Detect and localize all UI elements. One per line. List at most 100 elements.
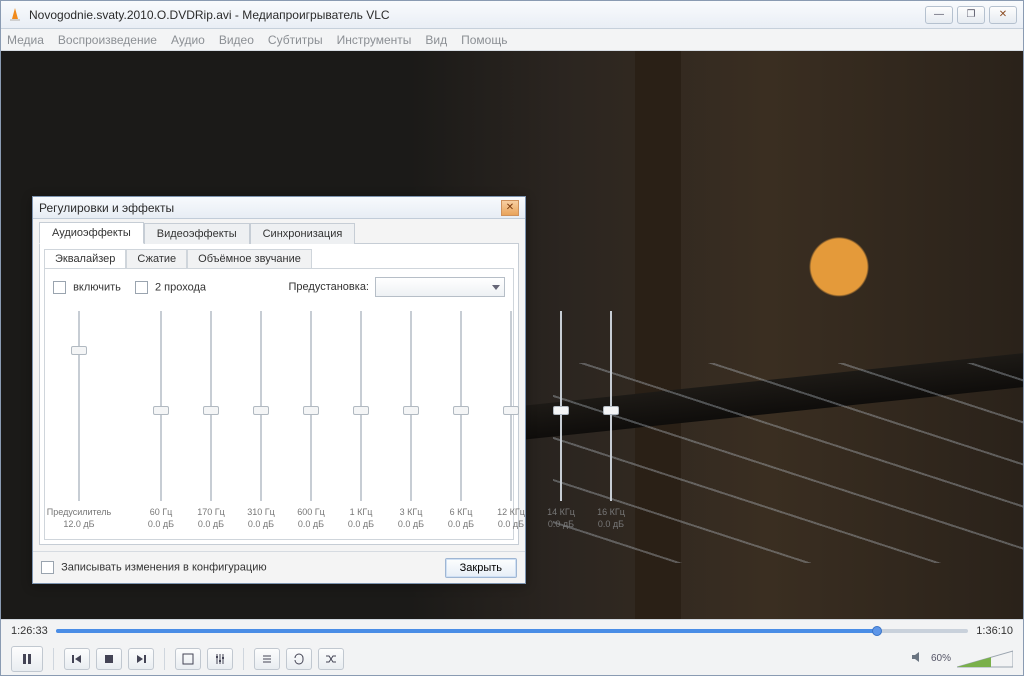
play-pause-button[interactable] (11, 646, 43, 672)
eq-slider[interactable] (352, 311, 370, 501)
twopass-checkbox[interactable]: 2 прохода (135, 281, 206, 294)
eq-band: 6 КГц0.0 дБ (445, 311, 477, 529)
band-freq: 170 Гц (197, 507, 225, 517)
speaker-icon[interactable] (911, 650, 925, 667)
eq-band: 3 КГц 0.0 дБ (395, 311, 427, 529)
eq-slider[interactable] (252, 311, 270, 501)
stop-button[interactable] (96, 648, 122, 670)
time-total[interactable]: 1:36:10 (976, 625, 1013, 637)
menu-tools[interactable]: Инструменты (337, 33, 412, 47)
previous-button[interactable] (64, 648, 90, 670)
titlebar[interactable]: Novogodnie.svaty.2010.O.DVDRip.avi - Мед… (1, 1, 1023, 29)
audio-subtabs: Эквалайзер Сжатие Объёмное звучание (40, 244, 518, 268)
fullscreen-button[interactable] (175, 648, 201, 670)
eq-band: 170 Гц0.0 дБ (195, 311, 227, 529)
vlc-cone-icon (7, 7, 23, 23)
prev-icon (71, 653, 83, 665)
twopass-label: 2 прохода (155, 281, 206, 293)
subtab-equalizer[interactable]: Эквалайзер (44, 249, 126, 268)
playlist-button[interactable] (254, 648, 280, 670)
eq-band: 310 Гц0.0 дБ (245, 311, 277, 529)
sliders-icon (214, 653, 226, 665)
menu-audio[interactable]: Аудио (171, 33, 205, 47)
band-freq: 60 Гц (150, 507, 173, 517)
next-button[interactable] (128, 648, 154, 670)
chevron-down-icon (492, 285, 500, 290)
subtab-compressor[interactable]: Сжатие (126, 249, 187, 268)
next-icon (135, 653, 147, 665)
time-elapsed[interactable]: 1:26:33 (11, 625, 48, 637)
preamp-db: 12.0 дБ (63, 519, 94, 529)
eq-slider[interactable] (502, 311, 520, 501)
menu-media[interactable]: Медиа (7, 33, 44, 47)
extended-settings-button[interactable] (207, 648, 233, 670)
volume-slider[interactable] (957, 650, 1013, 668)
band-db: 0.0 дБ (298, 519, 324, 529)
menubar: Медиа Воспроизведение Аудио Видео Субтит… (1, 29, 1023, 51)
menu-playback[interactable]: Воспроизведение (58, 33, 157, 47)
band-freq: 600 Гц (297, 507, 325, 517)
controls: 1:26:33 1:36:10 (1, 619, 1023, 675)
seek-slider[interactable] (56, 626, 969, 636)
enable-label: включить (73, 281, 121, 293)
dialog-bottom: Записывать изменения в конфигурацию Закр… (33, 551, 525, 583)
eq-band: 12 КГц 0.0 дБ (495, 311, 527, 529)
menu-help[interactable]: Помощь (461, 33, 507, 47)
eq-slider[interactable] (552, 311, 570, 501)
eq-slider[interactable] (152, 311, 170, 501)
band-db: 0.0 дБ (548, 519, 574, 529)
loop-button[interactable] (286, 648, 312, 670)
preset-combo[interactable] (375, 277, 505, 297)
band-db: 0.0 дБ (148, 519, 174, 529)
eq-slider[interactable] (602, 311, 620, 501)
dialog-tabs: Аудиоэффекты Видеоэффекты Синхронизация (33, 219, 525, 243)
tab-video-effects[interactable]: Видеоэффекты (144, 223, 250, 244)
dialog-titlebar[interactable]: Регулировки и эффекты ✕ (33, 197, 525, 219)
subtab-spatializer[interactable]: Объёмное звучание (187, 249, 312, 268)
shuffle-icon (325, 653, 337, 665)
band-freq: 12 КГц (497, 507, 525, 517)
maximize-button[interactable]: ❐ (957, 6, 985, 24)
eq-slider[interactable] (202, 311, 220, 501)
checkbox-icon (41, 561, 54, 574)
playlist-icon (261, 653, 273, 665)
stop-icon (103, 653, 115, 665)
enable-checkbox[interactable]: включить (53, 281, 121, 294)
dialog-close-icon[interactable]: ✕ (501, 200, 519, 216)
window-title: Novogodnie.svaty.2010.O.DVDRip.avi - Мед… (29, 8, 390, 22)
preamp-slider: Предусилитель12.0 дБ (55, 311, 103, 529)
tab-audio-effects[interactable]: Аудиоэффекты (39, 222, 144, 244)
tab-synchronization[interactable]: Синхронизация (250, 223, 356, 244)
dialog-close-button[interactable]: Закрыть (445, 558, 517, 578)
eq-slider[interactable] (402, 311, 420, 501)
menu-video[interactable]: Видео (219, 33, 254, 47)
effects-dialog[interactable]: Регулировки и эффекты ✕ Аудиоэффекты Вид… (32, 196, 526, 584)
seek-fill (56, 629, 877, 633)
eq-slider[interactable] (302, 311, 320, 501)
close-button[interactable]: ✕ (989, 6, 1017, 24)
preset-label: Предустановка: (289, 281, 370, 293)
equalizer-sliders: Предусилитель12.0 дБ60 Гц0.0 дБ170 Гц0.0… (53, 307, 505, 531)
eq-band: 60 Гц 0.0 дБ (145, 311, 177, 529)
band-db: 0.0 дБ (448, 519, 474, 529)
seek-knob[interactable] (872, 626, 882, 636)
eq-slider[interactable] (452, 311, 470, 501)
band-freq: 14 КГц (547, 507, 575, 517)
preamp-slider-track[interactable] (70, 311, 88, 501)
pause-icon (21, 653, 33, 665)
checkbox-icon (53, 281, 66, 294)
audio-effects-pane: Эквалайзер Сжатие Объёмное звучание вклю… (39, 243, 519, 545)
band-db: 0.0 дБ (498, 519, 524, 529)
equalizer-pane: включить 2 прохода Предустановка: Предус… (44, 268, 514, 540)
band-db: 0.0 дБ (398, 519, 424, 529)
band-freq: 310 Гц (247, 507, 275, 517)
eq-band: 16 КГц0.0 дБ (595, 311, 627, 529)
menu-subtitles[interactable]: Субтитры (268, 33, 323, 47)
volume-percent: 60% (931, 653, 951, 664)
save-config-checkbox[interactable]: Записывать изменения в конфигурацию (41, 561, 267, 574)
menu-view[interactable]: Вид (425, 33, 447, 47)
shuffle-button[interactable] (318, 648, 344, 670)
band-freq: 3 КГц (400, 507, 423, 517)
minimize-button[interactable]: — (925, 6, 953, 24)
eq-band: 14 КГц 0.0 дБ (545, 311, 577, 529)
